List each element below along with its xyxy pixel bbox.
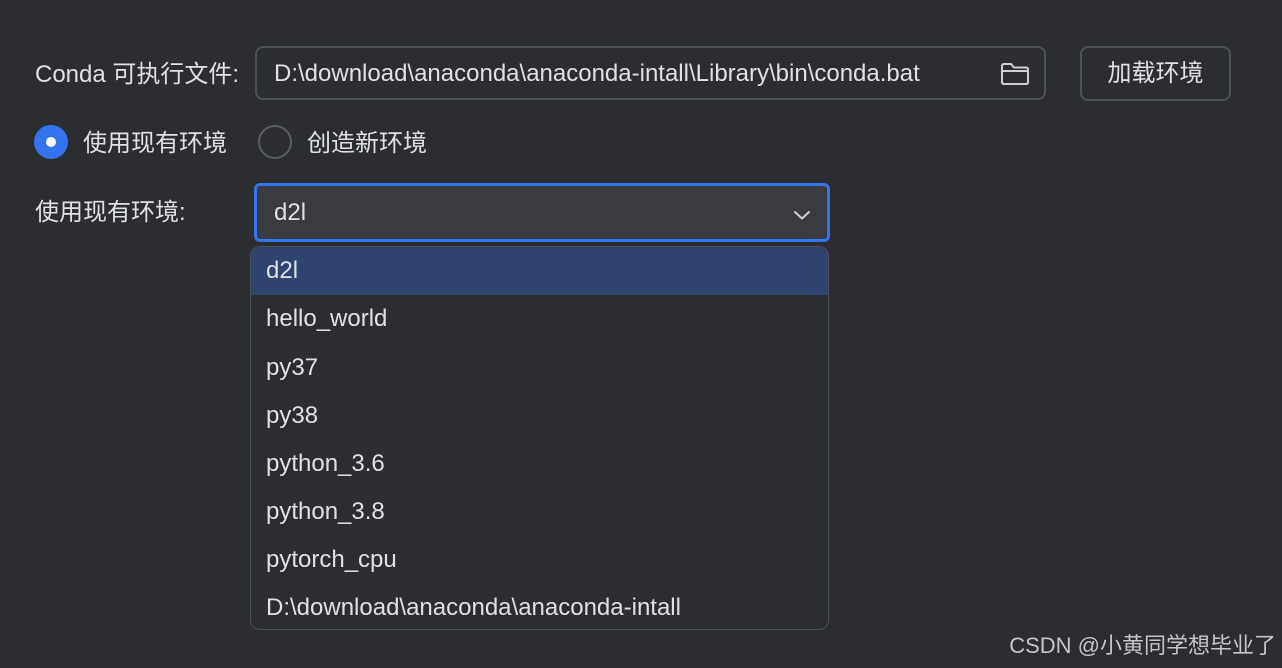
dropdown-option-base-path[interactable]: D:\download\anaconda\anaconda-intall	[251, 584, 828, 629]
dropdown-option-py38[interactable]: py38	[251, 392, 828, 440]
dropdown-option-pytorch-cpu[interactable]: pytorch_cpu	[251, 536, 828, 584]
chevron-down-icon[interactable]	[793, 208, 811, 220]
conda-path-field[interactable]: D:\download\anaconda\anaconda-intall\Lib…	[255, 46, 1046, 100]
folder-icon[interactable]	[1000, 62, 1030, 86]
environment-select[interactable]: d2l	[254, 183, 830, 242]
dropdown-option-python-3-8[interactable]: python_3.8	[251, 488, 828, 536]
existing-env-label: 使用现有环境:	[35, 199, 186, 226]
use-existing-radio-label[interactable]: 使用现有环境	[83, 128, 227, 160]
conda-path-value[interactable]: D:\download\anaconda\anaconda-intall\Lib…	[274, 59, 920, 89]
load-environment-button[interactable]: 加载环境	[1080, 46, 1231, 101]
environment-dropdown-list: d2l hello_world py37 py38 python_3.6 pyt…	[250, 246, 829, 630]
dropdown-option-python-3-6[interactable]: python_3.6	[251, 440, 828, 488]
dropdown-option-d2l[interactable]: d2l	[251, 247, 828, 295]
environment-select-value: d2l	[274, 199, 307, 226]
use-existing-radio[interactable]	[34, 125, 68, 159]
csdn-watermark: CSDN @小黄同学想毕业了	[1009, 633, 1276, 658]
dropdown-option-py37[interactable]: py37	[251, 344, 828, 392]
create-new-radio-label[interactable]: 创造新环境	[307, 128, 427, 160]
conda-executable-label: Conda 可执行文件:	[35, 61, 240, 88]
create-new-radio[interactable]	[258, 125, 292, 159]
dropdown-option-hello-world[interactable]: hello_world	[251, 295, 828, 343]
